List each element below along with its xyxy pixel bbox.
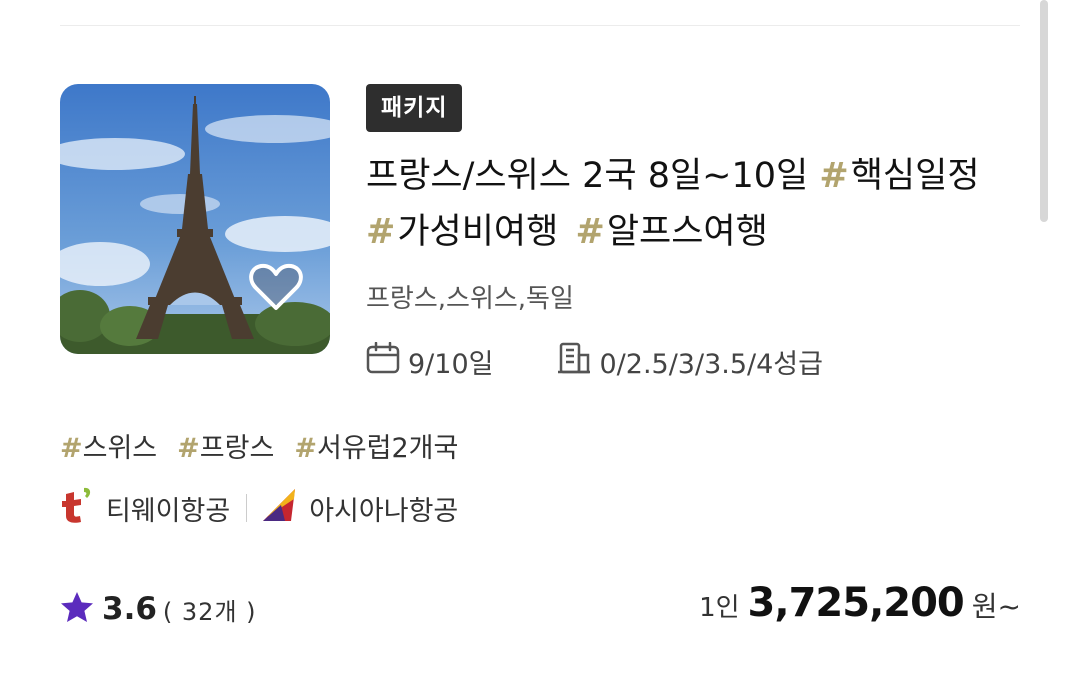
tag-item[interactable]: #프랑스 — [177, 426, 274, 465]
price-prefix: 1인 — [699, 593, 740, 623]
top-divider — [60, 25, 1020, 26]
tag-label: 프랑스 — [199, 433, 275, 464]
title-tag: 핵심일정 — [850, 156, 980, 196]
rating-score: 3.6 — [102, 591, 157, 627]
product-thumbnail[interactable] — [60, 84, 330, 354]
tag-label: 서유럽2개국 — [316, 433, 459, 464]
airline-list: 티웨이항공 아시아나항공 — [60, 485, 458, 531]
hash-icon: # — [575, 212, 605, 252]
hotel-grade-text: 0/2.5/3/3.5/4성급 — [599, 348, 823, 380]
trip-meta: 9/10일 0/2.5/3/3.5/4성급 — [366, 338, 823, 384]
favorite-heart-icon[interactable] — [248, 262, 304, 312]
product-title[interactable]: 프랑스/스위스 2국 8일~10일 #핵심일정 #가성비여행 #알프스여행 — [366, 148, 1026, 260]
hash-icon: # — [294, 433, 317, 464]
hash-icon: # — [177, 433, 200, 464]
tag-list: #스위스 #프랑스 #서유럽2개국 — [60, 426, 478, 465]
hash-icon: # — [366, 212, 396, 252]
eiffel-tower-photo — [60, 84, 330, 354]
asiana-logo-icon — [261, 487, 297, 530]
package-badge: 패키지 — [366, 84, 463, 132]
airline-divider — [246, 494, 248, 522]
tag-label: 스위스 — [82, 433, 158, 464]
price-amount: 3,725,200 — [747, 580, 965, 626]
hash-icon: # — [819, 156, 849, 196]
tag-item[interactable]: #서유럽2개국 — [294, 426, 458, 465]
airline-name: 아시아나항공 — [309, 495, 459, 527]
rating[interactable]: 3.6 ( 32개 ) — [60, 584, 257, 634]
review-count: ( 32개 ) — [162, 597, 257, 626]
hash-icon: # — [60, 433, 83, 464]
airline-name: 티웨이항공 — [106, 495, 231, 527]
price: 1인 3,725,200 원~ — [699, 580, 1021, 636]
title-main: 프랑스/스위스 2국 8일~10일 — [366, 156, 809, 196]
hotel-icon — [557, 341, 591, 382]
title-tag: 가성비여행 — [397, 212, 559, 252]
calendar-icon — [366, 341, 400, 381]
title-tag: 알프스여행 — [606, 212, 768, 252]
countries-text: 프랑스,스위스,독일 — [366, 284, 574, 314]
star-icon — [60, 590, 94, 628]
tway-logo-icon — [60, 486, 94, 531]
tag-item[interactable]: #스위스 — [60, 426, 157, 465]
price-suffix: 원~ — [971, 590, 1021, 623]
duration-text: 9/10일 — [408, 348, 494, 380]
scrollbar[interactable] — [1040, 0, 1048, 222]
